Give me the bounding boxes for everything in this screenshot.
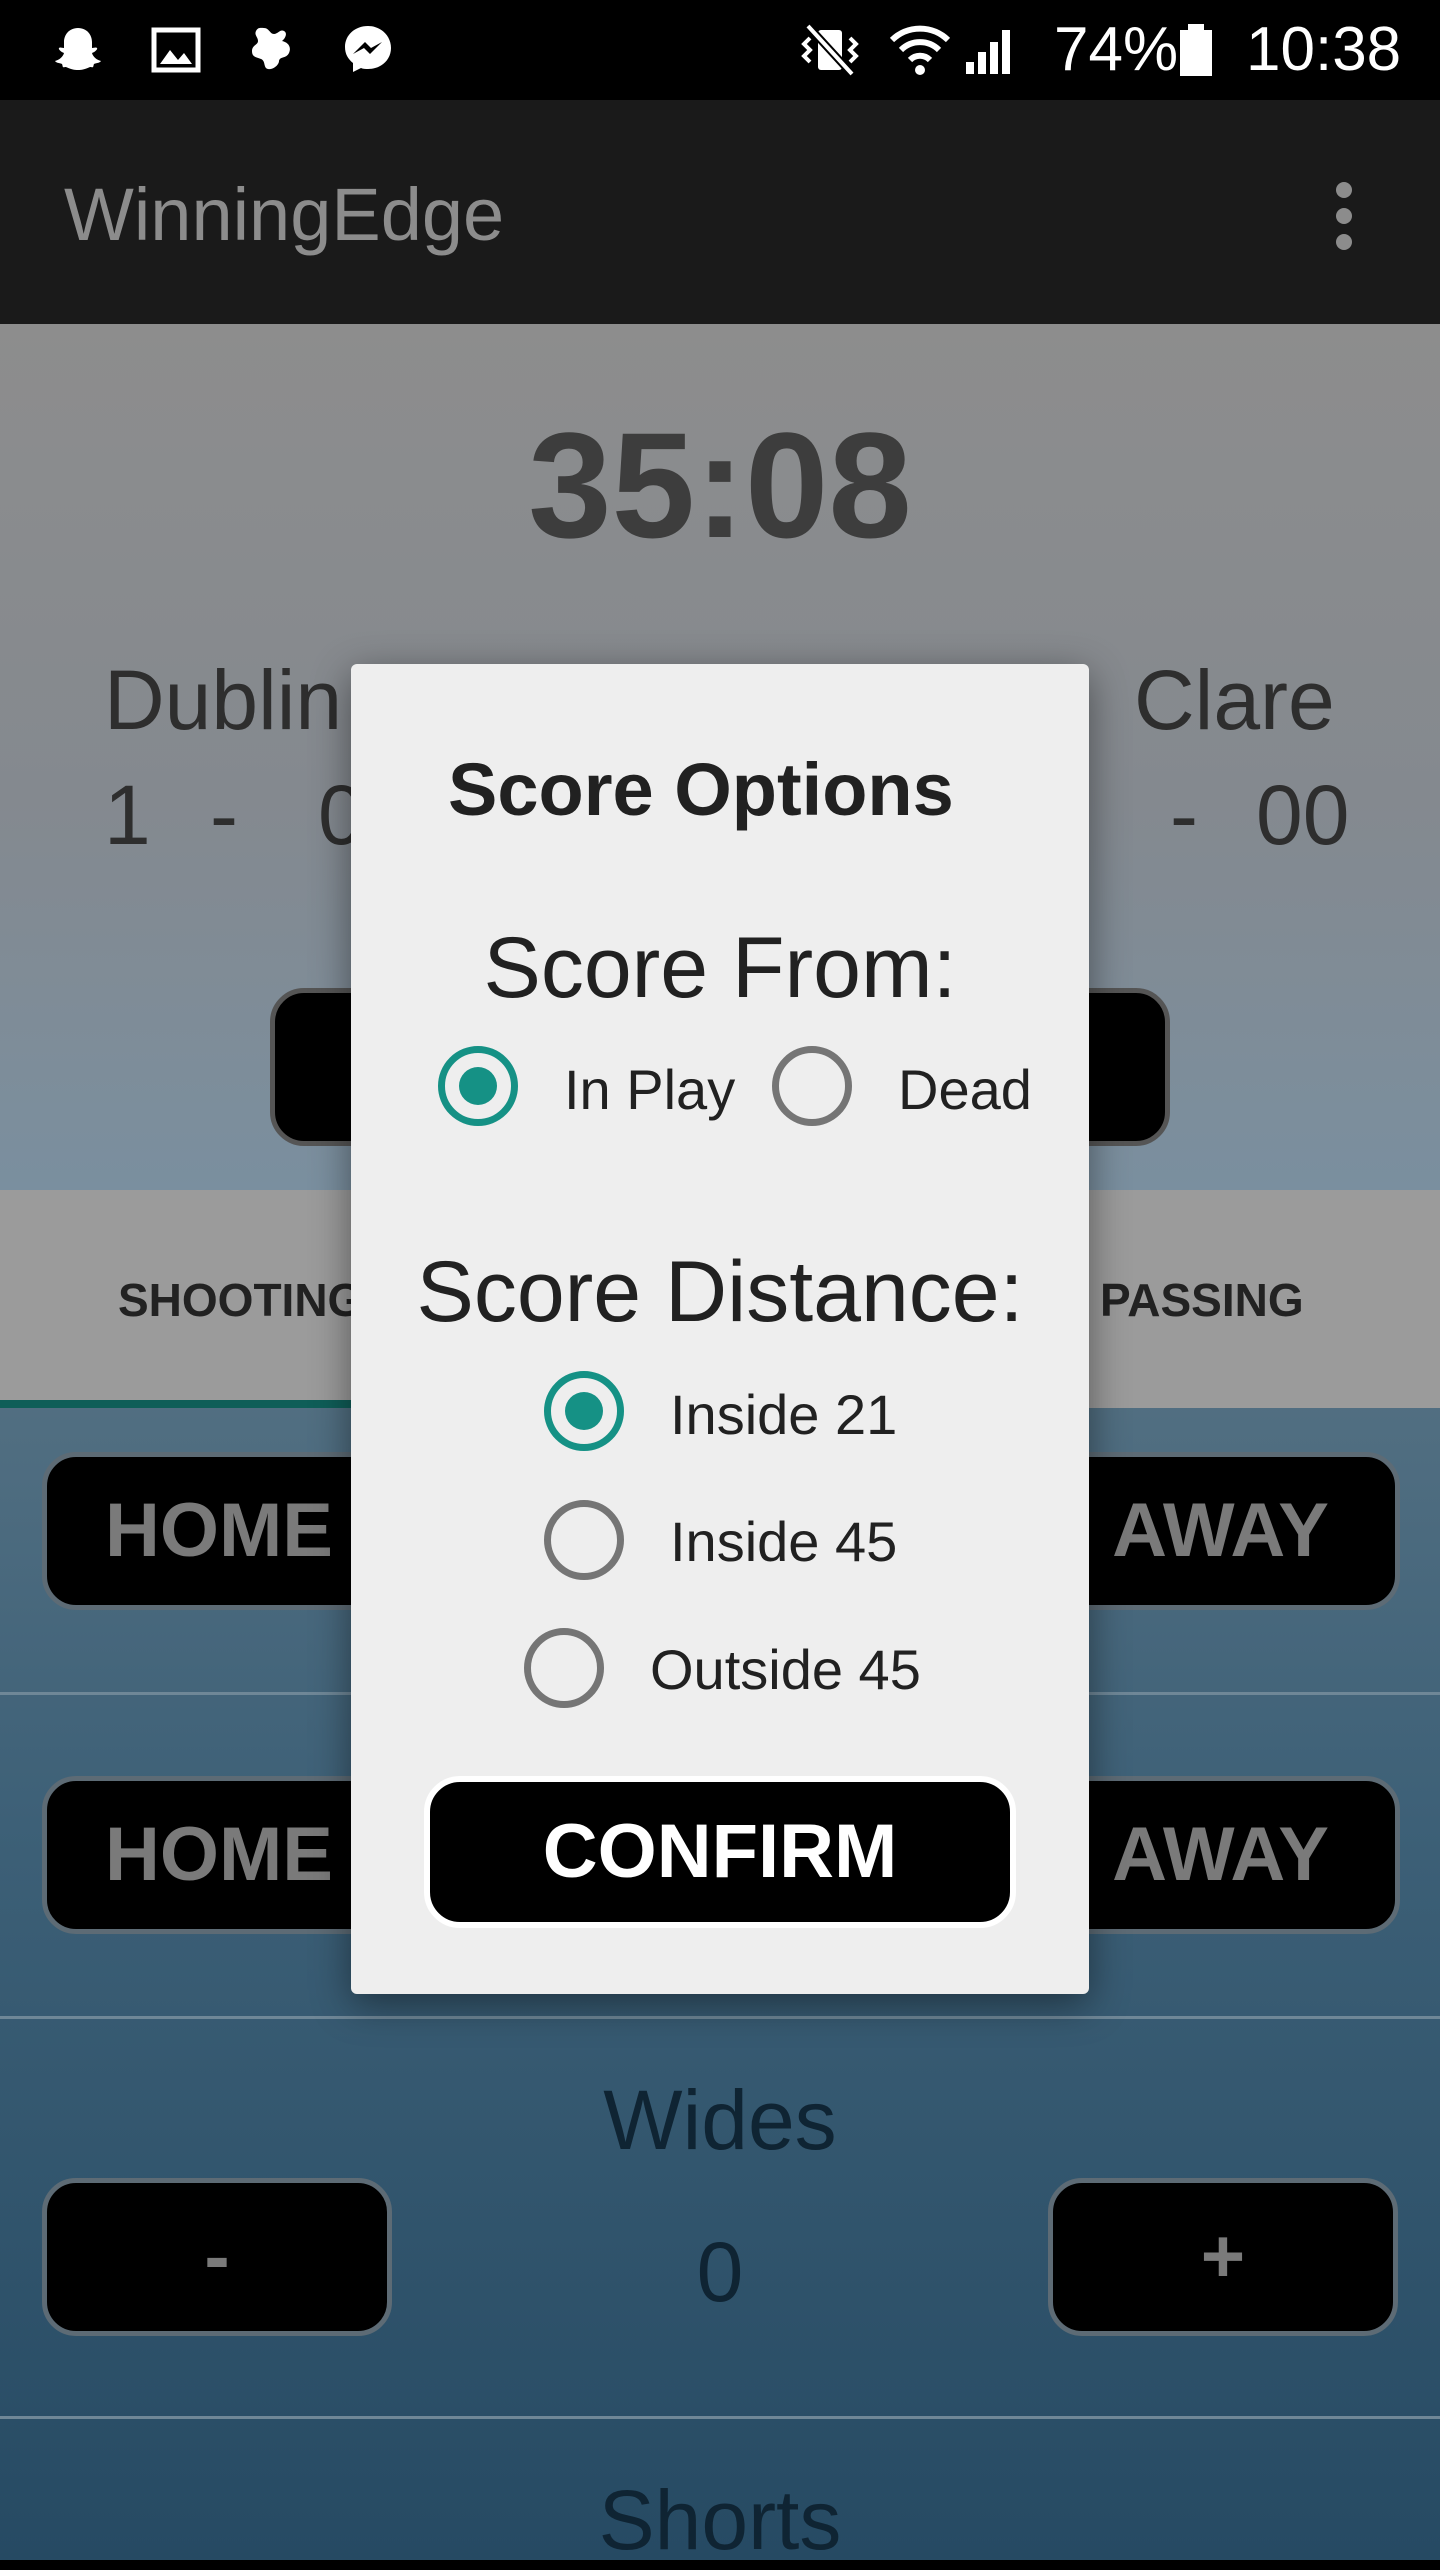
tab-indicator [0,1400,360,1408]
away-team-name: Clare [1134,653,1335,747]
score-from-heading: Score From: [483,920,957,1016]
radio-dead-label[interactable]: Dead [898,1055,1032,1125]
wides-plus-button[interactable]: + [1048,2178,1398,2336]
radio-outside-45[interactable] [524,1628,604,1708]
score-distance-heading: Score Distance: [416,1244,1024,1340]
vibrate-icon [801,23,859,77]
radio-in-play-label[interactable]: In Play [564,1055,735,1125]
home-goals: 1 [104,768,151,862]
clock: 10:38 [1246,15,1402,84]
tab-shooting[interactable]: SHOOTING [118,1270,363,1330]
signal-icon [966,30,1010,74]
radio-dead[interactable] [772,1046,852,1126]
tab-passing[interactable]: PASSING [1100,1270,1304,1330]
overflow-menu-icon[interactable] [1320,170,1370,260]
confirm-button[interactable]: CONFIRM [424,1776,1016,1928]
battery-icon [1180,24,1212,76]
status-bar: 74% 10:38 [0,0,1440,100]
row-divider [0,2016,1440,2019]
home-score-separator: - [210,768,238,862]
wifi-icon [889,25,951,75]
home-team-name: Dublin [104,653,343,747]
row-divider [0,2416,1440,2419]
snapchat-icon [55,28,101,70]
radio-outside-45-label[interactable]: Outside 45 [650,1635,921,1705]
radio-inside-21[interactable] [544,1371,624,1451]
radio-inside-45[interactable] [544,1500,624,1580]
radio-in-play[interactable] [438,1046,518,1126]
match-timer: 35:08 [528,401,912,569]
wides-label: Wides [603,2073,837,2167]
messenger-icon [345,26,391,72]
away-score-separator: - [1170,768,1198,862]
dialog-title: Score Options [448,748,954,831]
radio-inside-21-label[interactable]: Inside 21 [670,1380,897,1450]
gallery-icon [151,27,201,73]
battery-percent: 74% [1054,15,1179,84]
radio-inside-45-label[interactable]: Inside 45 [670,1507,897,1577]
app-title: WinningEdge [64,173,505,256]
shorts-label: Shorts [598,2473,842,2567]
away-points: 00 [1256,768,1350,862]
app-icon [252,27,290,70]
